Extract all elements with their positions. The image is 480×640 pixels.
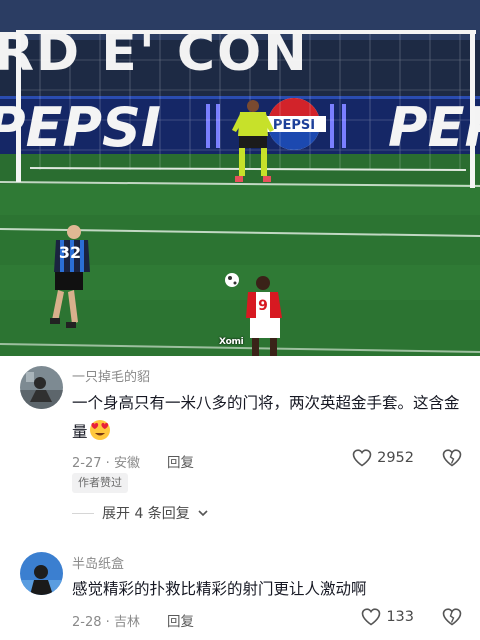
comment-location: 安徽 [113, 456, 140, 471]
penalty-scene: RD E' CON PEPSI PEPSI PEPSI [0, 0, 480, 356]
avatar[interactable] [20, 552, 63, 595]
comment-meta: 2-27 · 安徽 [72, 452, 140, 471]
heart-outline-icon [362, 608, 381, 626]
comment-text: 一个身高只有一米八多的门将，两次英超金手套。这含金量 [72, 389, 464, 451]
comment-username[interactable]: 半岛纸盒 [72, 553, 124, 572]
avatar-image [20, 366, 63, 409]
comment-item: 半岛纸盒 感觉精彩的扑救比精彩的射门更让人激动啊 2-28 · 吉林 回复 13… [0, 544, 480, 640]
like-button[interactable]: 2952 [352, 449, 414, 467]
expand-replies-button[interactable]: 展开 4 条回复 [72, 503, 208, 523]
comment-meta: 2-28 · 吉林 [72, 611, 140, 630]
player-left-number: 32 [59, 243, 81, 262]
football [225, 273, 239, 287]
broken-heart-icon [442, 449, 462, 467]
comment-location: 吉林 [113, 615, 140, 630]
comment-item: 一只掉毛的貂 一个身高只有一米八多的门将，两次英超金手套。这含金量 2-27 ·… [0, 356, 480, 526]
reply-button[interactable]: 回复 [167, 451, 194, 471]
heart-eyes-emoji-icon [89, 419, 111, 451]
comment-date: 2-27 [72, 456, 102, 471]
meta-separator: · [105, 456, 110, 471]
divider-line [72, 512, 94, 514]
reply-button[interactable]: 回复 [167, 610, 194, 630]
like-count: 133 [386, 609, 414, 625]
player-right-number: 9 [258, 298, 268, 314]
like-button[interactable]: 133 [361, 608, 414, 626]
meta-separator: · [105, 615, 110, 630]
broken-heart-icon [442, 608, 462, 626]
like-count: 2952 [377, 450, 414, 466]
heart-outline-icon [352, 449, 372, 467]
avatar-image [20, 552, 63, 595]
expand-replies-label: 展开 4 条回复 [102, 506, 190, 522]
comment-username[interactable]: 一只掉毛的貂 [72, 366, 150, 385]
video-frame[interactable]: RD E' CON PEPSI PEPSI PEPSI [0, 0, 480, 356]
avatar[interactable] [20, 366, 63, 409]
comment-date: 2-28 [72, 615, 102, 630]
video-watermark: Xomi [219, 337, 244, 347]
comment-text-content: 一个身高只有一米八多的门将，两次英超金手套。这含金量 [72, 394, 460, 441]
ad-text-left: PEPSI [0, 96, 161, 159]
ad-text-right: PEPSI [388, 96, 480, 159]
chevron-down-icon [198, 510, 208, 517]
dislike-button[interactable] [442, 608, 462, 630]
dislike-button[interactable] [442, 449, 462, 471]
author-liked-badge: 作者赞过 [72, 473, 128, 493]
comment-text: 感觉精彩的扑救比精彩的射门更让人激动啊 [72, 580, 367, 598]
